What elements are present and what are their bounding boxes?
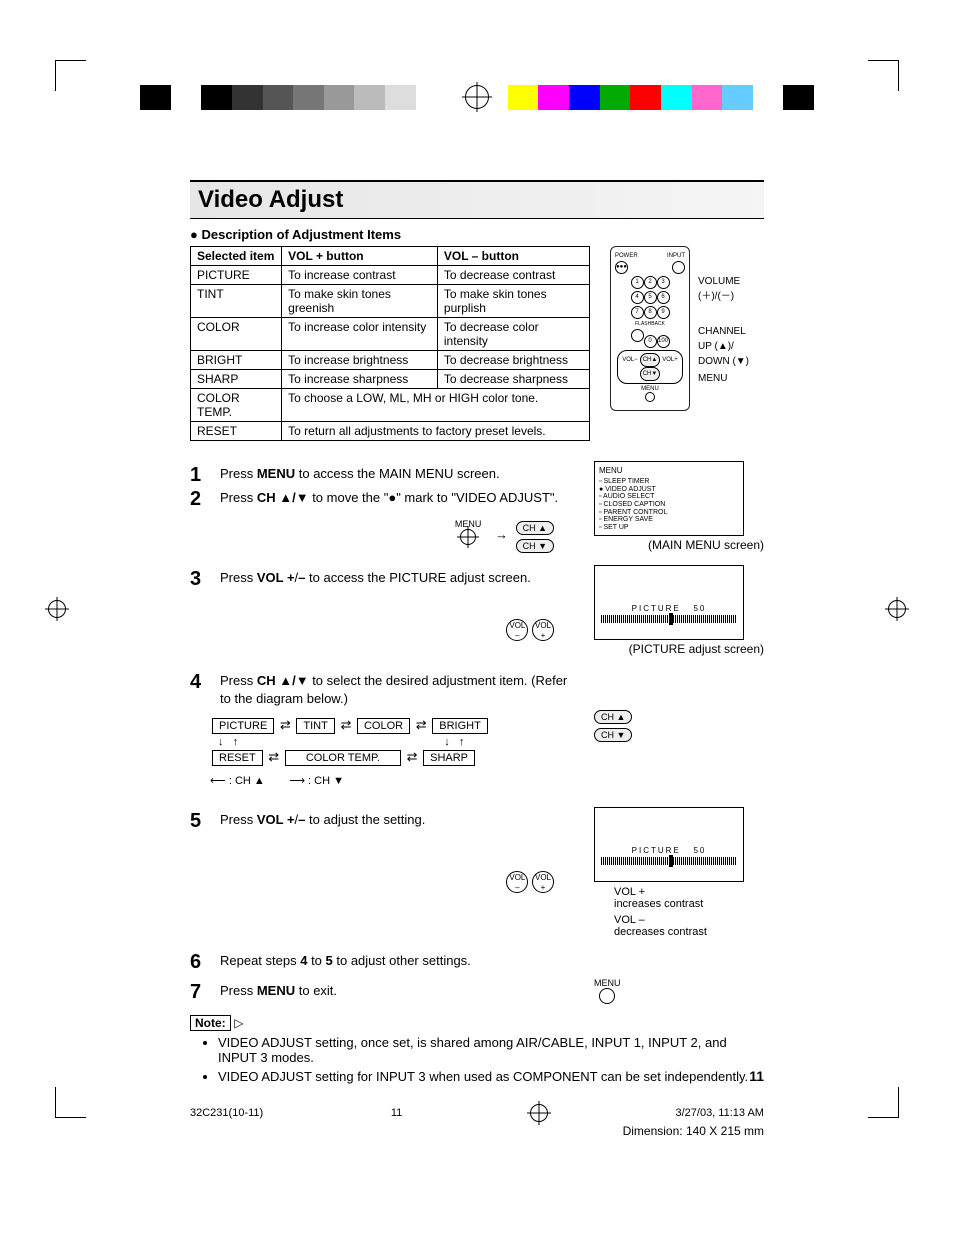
page-content: Video Adjust Description of Adjustment I… (190, 180, 764, 1084)
ch-up-button: CH ▲ (516, 521, 554, 535)
adjustment-flow-diagram: PICTURE ⇄ TINT ⇄ COLOR ⇄ BRIGHT ↓ ↑ ↓ ↑ … (210, 716, 574, 787)
step-6-text: Repeat steps 4 to 5 to adjust other sett… (220, 952, 764, 972)
note-item: VIDEO ADJUST setting for INPUT 3 when us… (218, 1069, 764, 1084)
th-volm: VOL – button (437, 247, 589, 266)
note-item: VIDEO ADJUST setting, once set, is share… (218, 1035, 764, 1065)
cell: To make skin tones purplish (437, 285, 589, 318)
picture-screen-caption: (PICTURE adjust screen) (594, 642, 764, 656)
step-number: 7 (190, 982, 210, 1002)
cell: To increase color intensity (282, 318, 438, 351)
cell: COLOR (191, 318, 282, 351)
print-footer: 32C231(10-11) 11 3/27/03, 11:13 AM (190, 1104, 764, 1122)
footer-dimension: Dimension: 140 X 215 mm (60, 1124, 764, 1138)
vol-minus-callout: VOL – decreases contrast (614, 914, 764, 938)
cell: To decrease contrast (437, 266, 589, 285)
cell: TINT (191, 285, 282, 318)
remote-label-callouts: VOLUME (＋)/(－) CHANNEL UP (▲)/ DOWN (▼) … (698, 246, 749, 386)
page-title: Video Adjust (190, 182, 764, 219)
cell: To return all adjustments to factory pre… (282, 422, 590, 441)
footer-date: 3/27/03, 11:13 AM (675, 1107, 763, 1119)
cell: PICTURE (191, 266, 282, 285)
step-number: 4 (190, 672, 210, 708)
cell: To increase sharpness (282, 370, 438, 389)
registration-mark-bottom (530, 1104, 548, 1122)
cell: To choose a LOW, ML, MH or HIGH color to… (282, 389, 590, 422)
footer-page: 11 (391, 1107, 402, 1119)
registration-mark-left (48, 600, 66, 618)
main-menu-caption: (MAIN MENU screen) (594, 538, 764, 552)
registration-mark-right (888, 600, 906, 618)
cell: BRIGHT (191, 351, 282, 370)
vol-minus-button: VOL – (506, 871, 528, 893)
remote-illustration: POWERINPUT ●●● 123 456 789 FLASHBACK 010… (610, 246, 690, 411)
cell: To increase brightness (282, 351, 438, 370)
cell: SHARP (191, 370, 282, 389)
vol-minus-button: VOL – (506, 619, 528, 641)
step-1-text: Press MENU to access the MAIN MENU scree… (220, 465, 574, 485)
page-number: 11 (749, 1068, 764, 1084)
notes-list: VIDEO ADJUST setting, once set, is share… (200, 1035, 764, 1084)
adjustment-table: Selected item VOL + button VOL – button … (190, 246, 590, 441)
step-number: 2 (190, 489, 210, 509)
cell: COLOR TEMP. (191, 389, 282, 422)
vol-plus-callout: VOL + increases contrast (614, 886, 764, 910)
section-subhead: Description of Adjustment Items (190, 227, 764, 242)
step-number: 1 (190, 465, 210, 485)
note-arrow-icon: ▷ (234, 1016, 243, 1030)
th-volp: VOL + button (282, 247, 438, 266)
cell: To decrease brightness (437, 351, 589, 370)
picture-adjust-screen: PICTURE 50 (594, 565, 744, 640)
th-item: Selected item (191, 247, 282, 266)
vol-plus-button: VOL + (532, 871, 554, 893)
ch-down-button: CH ▼ (594, 728, 632, 742)
step-7-text: Press MENU to exit. (220, 982, 574, 1002)
registration-mark-top (465, 85, 489, 109)
step-number: 3 (190, 569, 210, 589)
step-2-text: Press CH ▲/▼ to move the "●" mark to "VI… (220, 489, 574, 509)
step-number: 6 (190, 952, 210, 972)
menu-button-icon: MENU (594, 978, 621, 1006)
step-number: 5 (190, 811, 210, 831)
footer-doc: 32C231(10-11) (190, 1107, 263, 1119)
cell: To decrease color intensity (437, 318, 589, 351)
cell: RESET (191, 422, 282, 441)
menu-button-icon: MENU (455, 519, 482, 545)
step-5-text: Press VOL +/– to adjust the setting. (220, 811, 574, 831)
main-menu-screen: MENU ▫ SLEEP TIMER ● VIDEO ADJUST ▫ AUDI… (594, 461, 744, 536)
picture-adjust-screen-2: PICTURE 50 (594, 807, 744, 882)
ch-down-button: CH ▼ (516, 539, 554, 553)
cell: To decrease sharpness (437, 370, 589, 389)
note-label: Note: (190, 1015, 231, 1031)
ch-up-button: CH ▲ (594, 710, 632, 724)
step-4-text: Press CH ▲/▼ to select the desired adjus… (220, 672, 574, 708)
vol-plus-button: VOL + (532, 619, 554, 641)
cell: To increase contrast (282, 266, 438, 285)
step-3-text: Press VOL +/– to access the PICTURE adju… (220, 569, 574, 589)
cell: To make skin tones greenish (282, 285, 438, 318)
